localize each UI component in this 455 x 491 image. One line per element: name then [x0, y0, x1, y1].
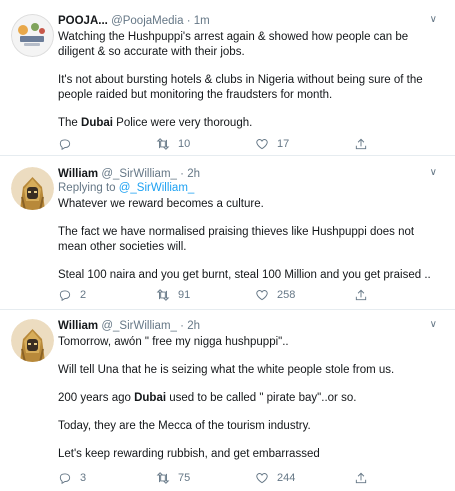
like-button[interactable]: 258 — [255, 288, 295, 302]
separator-dot: · — [180, 168, 184, 180]
tweet-paragraph: Let's keep rewarding rubbish, and get em… — [58, 448, 320, 460]
timestamp[interactable]: 2h — [187, 320, 200, 332]
reply-count: 2 — [80, 289, 87, 301]
reply-icon — [59, 473, 71, 485]
tweet[interactable]: William @_SirWilliam_ · 2h ∨ Replying to… — [0, 156, 455, 310]
tweet-paragraph: The Dubai Police were very thorough. — [58, 117, 253, 129]
reply-button[interactable] — [58, 137, 80, 151]
tweet-actions: 3 75 244 — [58, 471, 438, 487]
heart-icon — [256, 139, 268, 150]
retweet-icon — [156, 138, 170, 150]
tweet-paragraph: 200 years ago Dubai used to be called " … — [58, 392, 357, 404]
share-button[interactable] — [354, 137, 368, 151]
like-button[interactable]: 17 — [255, 137, 289, 151]
like-count: 258 — [277, 289, 296, 301]
tweet-paragraph: Steal 100 naira and you get burnt, steal… — [58, 269, 431, 281]
tweet-header: POOJA... @PoojaMedia · 1m — [58, 14, 445, 28]
reply-button[interactable]: 3 — [58, 471, 86, 485]
author-name[interactable]: POOJA... — [58, 15, 108, 27]
avatar[interactable] — [11, 167, 54, 210]
separator-dot: · — [186, 15, 191, 27]
author-name[interactable]: William — [58, 320, 98, 332]
tweet-text: Tomorrow, awón " free my nigga hushpuppi… — [58, 335, 445, 462]
tweet-paragraph: Will tell Una that he is seizing what th… — [58, 364, 395, 376]
tweet-text: Watching the Hushpuppi's arrest again & … — [58, 30, 445, 131]
share-button[interactable] — [354, 471, 368, 485]
author-name[interactable]: William — [58, 168, 98, 180]
bold-text: Dubai — [81, 117, 113, 129]
like-count: 17 — [277, 138, 290, 150]
author-handle[interactable]: @PoojaMedia — [111, 15, 183, 27]
tweet-paragraph: Watching the Hushpuppi's arrest again & … — [58, 31, 409, 58]
tweet[interactable]: William @_SirWilliam_ · 2h ∨ Tomorrow, a… — [0, 310, 455, 491]
like-count: 244 — [277, 472, 296, 484]
tweet-header: William @_SirWilliam_ · 2h — [58, 319, 445, 333]
share-icon — [355, 472, 367, 484]
reply-button[interactable]: 2 — [58, 288, 86, 302]
tweet-actions: 10 17 — [58, 137, 438, 153]
timestamp[interactable]: 1m — [194, 15, 210, 27]
replying-to-label: Replying to — [58, 182, 119, 194]
chevron-down-icon[interactable]: ∨ — [430, 14, 437, 25]
share-button[interactable] — [354, 288, 368, 302]
tweet-paragraph: The fact we have normalised praising thi… — [58, 226, 415, 253]
tweet-actions: 2 91 258 — [58, 288, 438, 304]
tweet[interactable]: POOJA... @PoojaMedia · 1m ∨ Watching the… — [0, 0, 455, 156]
retweet-button[interactable]: 91 — [156, 288, 190, 302]
reply-count: 3 — [80, 472, 87, 484]
tweet-paragraph: Whatever we reward becomes a culture. — [58, 198, 264, 210]
retweet-count: 10 — [178, 138, 191, 150]
retweet-icon — [156, 472, 170, 484]
bold-text: Dubai — [134, 392, 167, 404]
share-icon — [355, 138, 367, 150]
like-button[interactable]: 244 — [255, 471, 295, 485]
heart-icon — [256, 473, 268, 484]
retweet-button[interactable]: 75 — [156, 471, 190, 485]
tweet-paragraph: Tomorrow, awón " free my nigga hushpuppi… — [58, 336, 289, 348]
tweet-paragraph: Today, they are the Mecca of the tourism… — [58, 420, 311, 432]
author-handle[interactable]: @_SirWilliam_ — [101, 320, 177, 332]
chevron-down-icon[interactable]: ∨ — [430, 319, 437, 330]
chevron-down-icon[interactable]: ∨ — [430, 167, 437, 178]
share-icon — [355, 289, 367, 301]
avatar[interactable] — [11, 319, 54, 362]
tweet-text: Whatever we reward becomes a culture. Th… — [58, 197, 445, 283]
reply-icon — [59, 139, 71, 151]
separator-dot: · — [180, 320, 184, 332]
tweet-header: William @_SirWilliam_ · 2h — [58, 167, 445, 181]
avatar[interactable] — [11, 14, 54, 57]
reply-icon — [59, 290, 71, 302]
tweet-paragraph: It's not about bursting hotels & clubs i… — [58, 74, 423, 101]
retweet-count: 75 — [178, 472, 191, 484]
replying-to-handle[interactable]: @_SirWilliam_ — [119, 182, 195, 194]
heart-icon — [256, 290, 268, 301]
author-handle[interactable]: @_SirWilliam_ — [101, 168, 177, 180]
retweet-count: 91 — [178, 289, 191, 301]
timestamp[interactable]: 2h — [187, 168, 200, 180]
replying-to: Replying to @_SirWilliam_ — [58, 181, 445, 195]
retweet-button[interactable]: 10 — [156, 137, 190, 151]
retweet-icon — [156, 289, 170, 301]
